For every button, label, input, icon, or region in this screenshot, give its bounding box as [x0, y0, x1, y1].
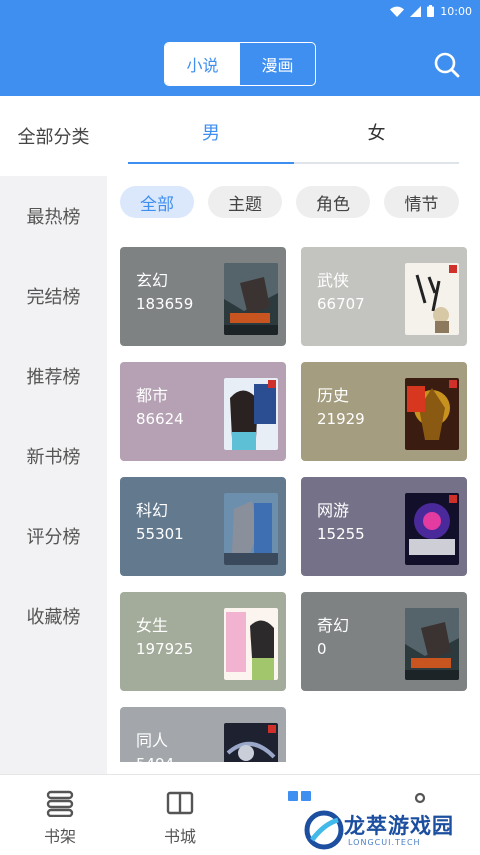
segment-novel[interactable]: 小说: [165, 43, 240, 85]
category-card-wuxia[interactable]: 武侠 66707: [301, 247, 467, 346]
tab-male[interactable]: 男: [128, 112, 294, 152]
book-cover-image: [405, 378, 459, 450]
category-count: 21929: [317, 410, 365, 428]
category-card-kehuan[interactable]: 科幻 55301: [120, 477, 286, 576]
category-count: 15255: [317, 525, 365, 543]
sidebar-item-favorites[interactable]: 收藏榜: [0, 576, 107, 656]
chip-all[interactable]: 全部: [120, 186, 194, 218]
book-cover-image: [224, 608, 278, 680]
sidebar-item-new-books[interactable]: 新书榜: [0, 416, 107, 496]
battery-icon: [427, 5, 435, 17]
category-card-qihuan[interactable]: 奇幻 0: [301, 592, 467, 691]
status-bar: 10:00: [390, 0, 480, 22]
category-name: 奇幻: [317, 616, 350, 635]
search-button[interactable]: [432, 50, 462, 80]
category-count: 66707: [317, 295, 365, 313]
category-name: 玄幻: [136, 271, 169, 290]
book-cover-image: [405, 493, 459, 565]
category-name: 都市: [136, 386, 169, 405]
category-card-dushi[interactable]: 都市 86624: [120, 362, 286, 461]
book-cover-image: [224, 263, 278, 335]
content-type-switch: 小说 漫画: [164, 42, 316, 86]
book-cover-image: [405, 263, 459, 335]
wifi-icon: [390, 6, 405, 17]
bookshelf-icon: [46, 790, 74, 817]
category-count: 86624: [136, 410, 184, 428]
watermark-emblem-icon: [304, 810, 344, 850]
category-name: 历史: [317, 386, 350, 405]
watermark-title: 龙萃游戏园: [344, 814, 454, 838]
category-card-tongren[interactable]: 同人 5494: [120, 707, 286, 762]
category-count: 55301: [136, 525, 184, 543]
category-count: 197925: [136, 640, 194, 658]
category-grid: 玄幻 183659 武侠 66707 都市 86624 历史 21929 科幻 …: [107, 236, 480, 762]
search-icon: [434, 52, 460, 78]
category-card-nvsheng[interactable]: 女生 197925: [120, 592, 286, 691]
sidebar-item-all-categories[interactable]: 全部分类: [0, 96, 107, 176]
app-header: 10:00 小说 漫画: [0, 0, 480, 96]
category-card-lishi[interactable]: 历史 21929: [301, 362, 467, 461]
sidebar-item-recommended[interactable]: 推荐榜: [0, 336, 107, 416]
category-card-wangyou[interactable]: 网游 15255: [301, 477, 467, 576]
book-cover-image: [224, 723, 278, 762]
category-count: 5494: [136, 755, 174, 762]
category-name: 科幻: [136, 501, 169, 520]
nav-label: 书城: [163, 827, 196, 846]
watermark-subtitle: LONGCUI.TECH: [348, 838, 421, 847]
book-icon: [166, 791, 194, 815]
category-card-xuanhuan[interactable]: 玄幻 183659: [120, 247, 286, 346]
nav-label: 书架: [43, 827, 76, 846]
category-name: 女生: [136, 616, 169, 635]
book-cover-image: [405, 608, 459, 680]
nav-item-bookstore[interactable]: 书城: [120, 775, 240, 855]
category-count: 0: [317, 640, 327, 658]
chip-theme[interactable]: 主题: [208, 186, 282, 218]
tab-active-indicator: [128, 162, 294, 164]
category-name: 武侠: [317, 271, 350, 290]
chip-plot[interactable]: 情节: [384, 186, 459, 218]
segment-comic[interactable]: 漫画: [240, 43, 315, 85]
chip-role[interactable]: 角色: [296, 186, 370, 218]
nav-item-bookshelf[interactable]: 书架: [0, 775, 120, 855]
signal-icon: [410, 5, 422, 17]
status-time: 10:00: [440, 4, 472, 18]
sidebar-item-completed[interactable]: 完结榜: [0, 256, 107, 336]
sidebar-item-hottest[interactable]: 最热榜: [0, 176, 107, 256]
tab-female[interactable]: 女: [294, 112, 459, 152]
watermark-logo: 龙萃游戏园 LONGCUI.TECH: [300, 806, 476, 852]
book-cover-image: [224, 378, 278, 450]
book-cover-image: [224, 493, 278, 565]
category-name: 同人: [136, 731, 169, 750]
category-count: 183659: [136, 295, 194, 313]
category-name: 网游: [317, 501, 350, 520]
sidebar-item-rating[interactable]: 评分榜: [0, 496, 107, 576]
